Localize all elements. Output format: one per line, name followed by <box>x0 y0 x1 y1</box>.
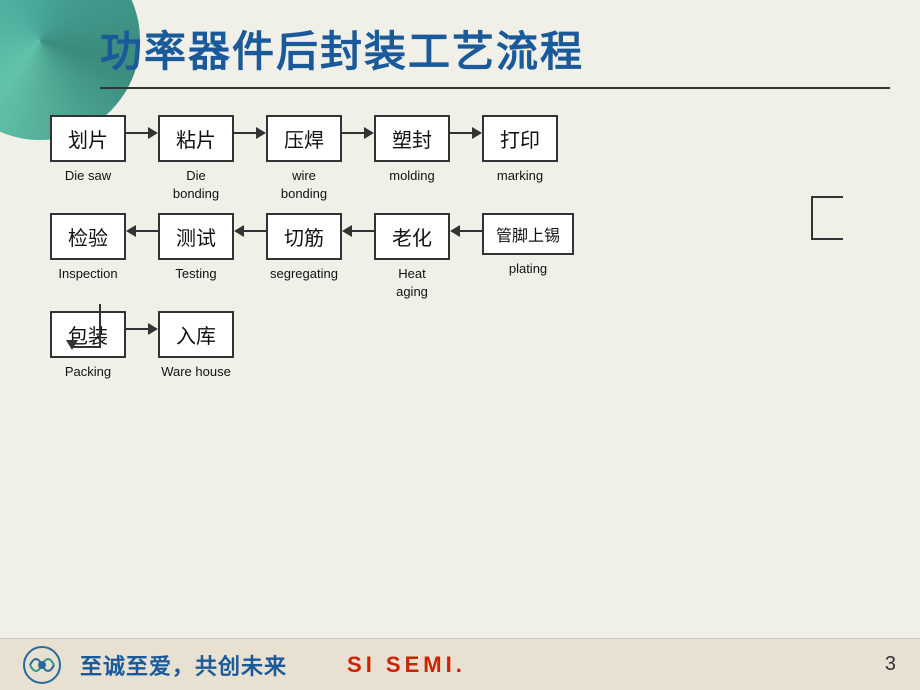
label-marking: marking <box>497 167 543 203</box>
box-warehouse: 入库 <box>158 311 234 358</box>
arrow-6 <box>234 213 266 237</box>
flow-row-2: 检验 Inspection 测试 Testing 切筋 segregating <box>50 213 910 301</box>
box-heat-aging: 老化 <box>374 213 450 260</box>
label-molding: molding <box>389 167 435 203</box>
label-plating: plating <box>509 260 547 296</box>
arrow-3 <box>342 115 374 139</box>
label-wire-bonding: wirebonding <box>281 167 327 203</box>
footer-brand: SI SEMI. <box>347 652 466 678</box>
footer-page-number: 3 <box>885 653 896 676</box>
vertical-connector-left <box>99 304 101 346</box>
label-inspection: Inspection <box>58 265 117 301</box>
box-wire-bonding: 压焊 <box>266 115 342 162</box>
process-die-saw: 划片 Die saw <box>50 115 126 203</box>
process-warehouse: 入库 Ware house <box>158 311 234 399</box>
label-warehouse: Ware house <box>161 363 231 399</box>
process-inspection: 检验 Inspection <box>50 213 126 301</box>
process-packing: 包装 Packing <box>50 311 126 399</box>
title-underline <box>100 87 890 89</box>
process-plating: 管脚上锡 plating <box>482 213 574 296</box>
label-packing: Packing <box>65 363 111 399</box>
box-inspection: 检验 <box>50 213 126 260</box>
footer-slogan: 至诚至爱，共创未来 <box>80 649 287 681</box>
arrow-5 <box>126 213 158 237</box>
box-die-saw: 划片 <box>50 115 126 162</box>
down-arrow-head <box>66 340 78 350</box>
page-title: 功率器件后封装工艺流程 <box>100 18 890 79</box>
horizontal-connector-top-right <box>811 196 843 198</box>
process-testing: 测试 Testing <box>158 213 234 301</box>
process-marking: 打印 marking <box>482 115 558 203</box>
vertical-connector-right <box>811 196 813 238</box>
flow-diagram: 划片 Die saw 粘片 Diebonding 压焊 wirebonding <box>50 115 910 399</box>
flow-row-1: 划片 Die saw 粘片 Diebonding 压焊 wirebonding <box>50 115 910 203</box>
horizontal-connector-bottom-right <box>811 238 843 240</box>
label-die-bonding: Diebonding <box>173 167 219 203</box>
label-heat-aging: Heataging <box>396 265 428 301</box>
box-segregating: 切筋 <box>266 213 342 260</box>
arrow-1 <box>126 115 158 139</box>
process-molding: 塑封 molding <box>374 115 450 203</box>
process-wire-bonding: 压焊 wirebonding <box>266 115 342 203</box>
process-die-bonding: 粘片 Diebonding <box>158 115 234 203</box>
arrow-4 <box>450 115 482 139</box>
label-die-saw: Die saw <box>65 167 111 203</box>
box-packing: 包装 <box>50 311 126 358</box>
label-testing: Testing <box>175 265 216 301</box>
box-testing: 测试 <box>158 213 234 260</box>
arrow-7 <box>342 213 374 237</box>
process-heat-aging: 老化 Heataging <box>374 213 450 301</box>
box-molding: 塑封 <box>374 115 450 162</box>
box-plating: 管脚上锡 <box>482 213 574 255</box>
arrow-2 <box>234 115 266 139</box>
footer: 至诚至爱，共创未来 SI SEMI. 3 <box>0 638 920 690</box>
box-marking: 打印 <box>482 115 558 162</box>
footer-logo <box>20 643 64 687</box>
title-section: 功率器件后封装工艺流程 <box>100 18 890 89</box>
flow-row-3: 包装 Packing 入库 Ware house <box>50 311 910 399</box>
arrow-9 <box>126 311 158 335</box>
box-die-bonding: 粘片 <box>158 115 234 162</box>
process-segregating: 切筋 segregating <box>266 213 342 301</box>
label-segregating: segregating <box>270 265 338 301</box>
arrow-8 <box>450 213 482 237</box>
